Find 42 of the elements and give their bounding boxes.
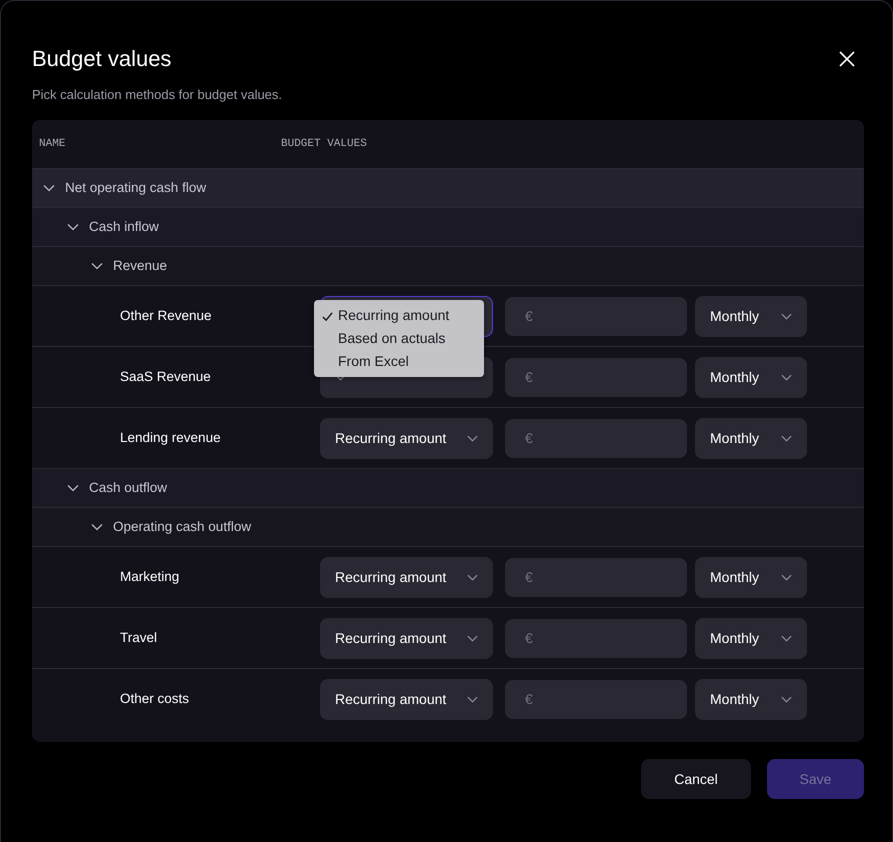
amount-field[interactable]: € bbox=[505, 558, 687, 596]
amount-field[interactable]: € bbox=[505, 418, 687, 458]
menu-item[interactable]: Recurring amount bbox=[314, 304, 484, 326]
chevron-down-icon[interactable] bbox=[43, 182, 55, 194]
method-select[interactable]: Recurring amount bbox=[320, 678, 493, 720]
group-name: Cash outflow bbox=[89, 478, 168, 497]
chevron-down-icon[interactable] bbox=[67, 221, 79, 233]
row-name: Travel bbox=[120, 628, 158, 647]
amount-field[interactable]: € bbox=[505, 618, 687, 658]
dialog-subtitle: Pick calculation methods for budget values. bbox=[32, 87, 284, 103]
check-icon bbox=[322, 310, 333, 322]
column-header: NAME bbox=[39, 136, 66, 152]
cancel-button[interactable]: Cancel bbox=[641, 759, 751, 799]
frequency-select[interactable]: Monthly bbox=[695, 678, 807, 720]
close-button[interactable] bbox=[838, 50, 856, 68]
group-name: Revenue bbox=[113, 256, 168, 275]
method-select[interactable]: Recurring amount bbox=[320, 556, 493, 598]
frequency-select[interactable]: Monthly bbox=[695, 418, 807, 458]
chevron-down-icon[interactable] bbox=[91, 521, 103, 533]
frequency-select[interactable]: Monthly bbox=[695, 618, 807, 658]
menu-item[interactable]: From Excel bbox=[314, 350, 484, 372]
row-name: Marketing bbox=[120, 568, 180, 586]
dialog-title: Budget values bbox=[32, 45, 172, 73]
method-select[interactable]: Recurring amount bbox=[320, 418, 493, 458]
row-name: SaaS Revenue bbox=[120, 368, 212, 386]
chevron-down-icon[interactable] bbox=[67, 482, 79, 494]
amount-field[interactable]: € bbox=[505, 296, 687, 336]
group-name: Cash inflow bbox=[89, 218, 159, 236]
method-select[interactable]: Recurring amount bbox=[320, 618, 493, 658]
group-name: Net operating cash flow bbox=[65, 178, 206, 197]
chevron-down-icon[interactable] bbox=[91, 260, 103, 272]
amount-field[interactable]: € bbox=[505, 358, 687, 396]
frequency-select[interactable]: Monthly bbox=[695, 296, 807, 336]
menu-item[interactable]: Based on actuals bbox=[314, 326, 484, 350]
row-name: Other costs bbox=[120, 690, 190, 708]
row-name: Other Revenue bbox=[120, 306, 213, 325]
amount-field[interactable]: € bbox=[505, 680, 687, 718]
frequency-select[interactable]: Monthly bbox=[695, 556, 807, 598]
row-name: Lending revenue bbox=[120, 428, 222, 447]
frequency-select[interactable]: Monthly bbox=[695, 356, 807, 398]
group-name: Operating cash outflow bbox=[113, 518, 252, 536]
column-header: BUDGET VALUES bbox=[281, 136, 367, 152]
